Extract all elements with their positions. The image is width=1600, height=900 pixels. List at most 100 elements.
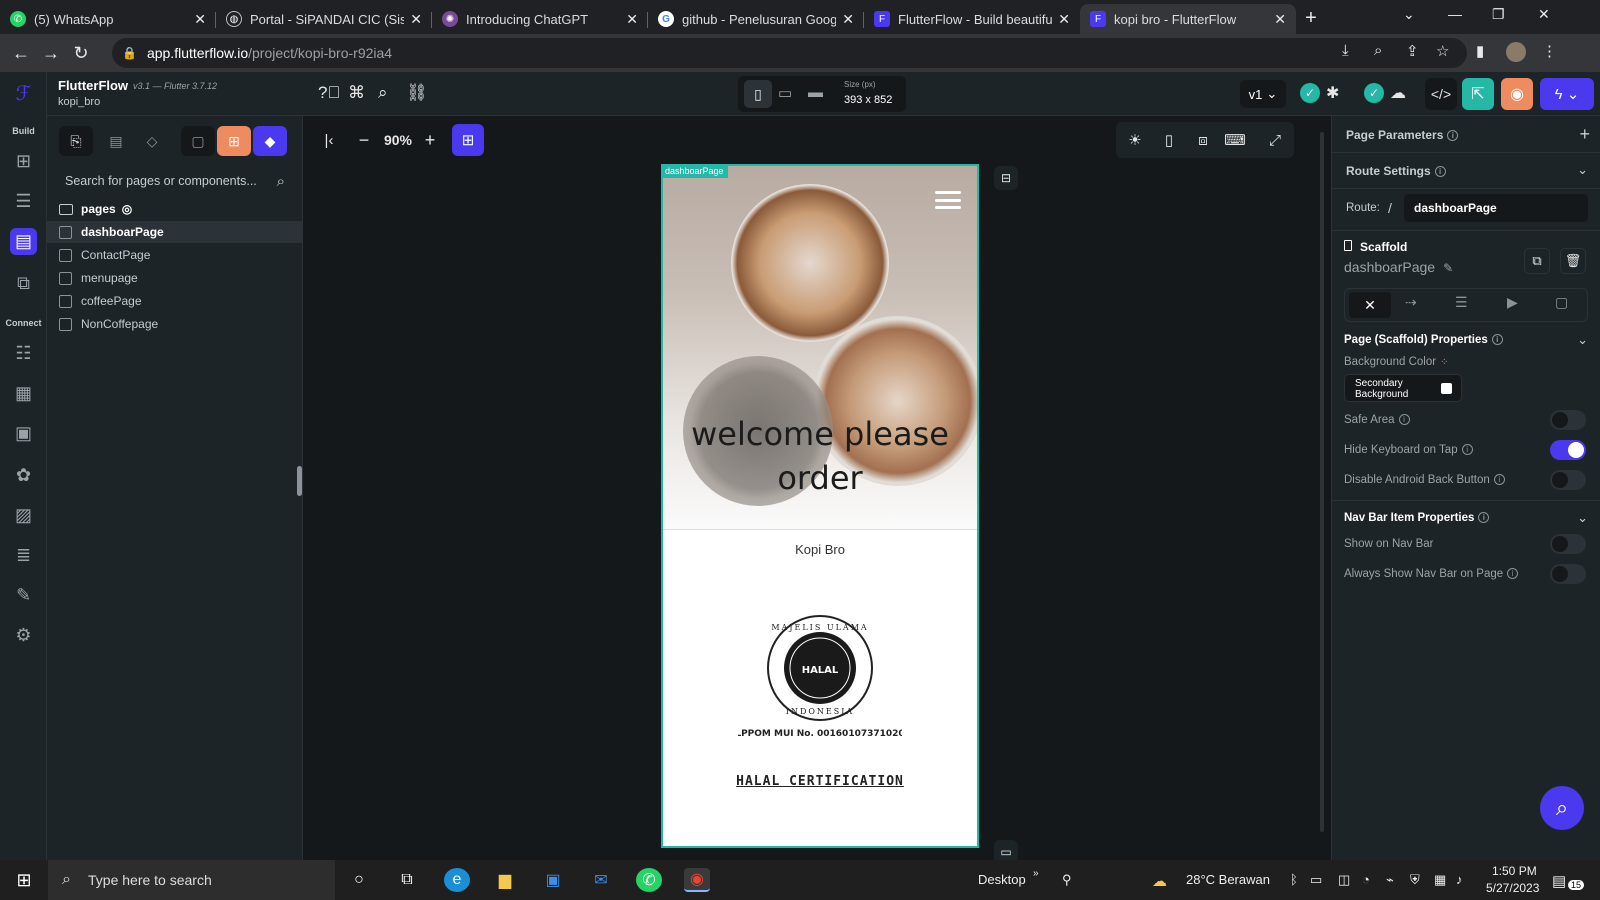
new-folder-icon[interactable]: ▢ bbox=[181, 126, 215, 156]
validated-icon[interactable]: ✓ bbox=[1364, 83, 1384, 103]
scaffold-name[interactable]: dashboarPage ✎ bbox=[1344, 259, 1453, 275]
data-types-icon[interactable]: ▦ bbox=[10, 380, 37, 407]
scrollbar[interactable] bbox=[1320, 132, 1324, 832]
page-item-contactpage[interactable]: ContactPage bbox=[47, 244, 303, 266]
color-picker-icon[interactable]: ⁘ bbox=[1440, 357, 1448, 368]
desktop-icon[interactable]: ▬ bbox=[808, 84, 823, 101]
cortana-icon[interactable]: ○ bbox=[346, 868, 372, 892]
page-item-noncoffepage[interactable]: NonCoffepage bbox=[47, 313, 303, 335]
show-nav-toggle[interactable] bbox=[1550, 534, 1586, 554]
url-input[interactable]: 🔒 app.flutterflow.io/project/kopi-bro-r9… bbox=[112, 38, 1467, 68]
media-assets-icon[interactable]: ▨ bbox=[10, 502, 37, 529]
page-item-menupage[interactable]: menupage bbox=[47, 267, 303, 289]
browser-tab[interactable]: ✺ Introducing ChatGPT ✕ bbox=[432, 4, 648, 34]
command-icon[interactable]: ⌘ bbox=[348, 83, 365, 103]
chevron-down-icon[interactable]: ⌄ bbox=[1577, 162, 1588, 178]
collapse-panel-icon[interactable]: |‹ bbox=[318, 124, 340, 156]
help-search-icon[interactable]: ⌕ bbox=[1540, 786, 1584, 830]
properties-tab-icon[interactable]: ✕ bbox=[1349, 292, 1391, 318]
profile-avatar[interactable] bbox=[1506, 42, 1526, 62]
add-parameter-icon[interactable]: + bbox=[1579, 124, 1590, 145]
language-icon[interactable]: ▦ bbox=[1434, 872, 1446, 888]
api-calls-icon[interactable]: ▣ bbox=[10, 420, 37, 447]
ai-gen-icon[interactable]: ⊞ bbox=[452, 124, 484, 156]
add-page-icon[interactable]: ⊞ bbox=[217, 126, 251, 156]
app-values-icon[interactable]: ≣ bbox=[10, 542, 37, 569]
minimize-icon[interactable]: — bbox=[1448, 6, 1462, 22]
windows-start-icon[interactable]: ⊞ bbox=[11, 868, 37, 892]
hide-keyboard-toggle[interactable] bbox=[1550, 440, 1586, 460]
rotate-device-icon[interactable]: ⧈ bbox=[1190, 124, 1216, 156]
wifi-icon[interactable]: ◔ bbox=[1362, 872, 1370, 887]
route-settings-header[interactable]: Route Settings i bbox=[1346, 164, 1446, 178]
delete-icon[interactable]: 🗑 bbox=[1560, 248, 1586, 274]
browser-tab[interactable]: F FlutterFlow - Build beautiful, r ✕ bbox=[864, 4, 1080, 34]
components-tab-icon[interactable]: ▤ bbox=[99, 126, 133, 156]
safe-area-toggle[interactable] bbox=[1550, 410, 1586, 430]
actions-tab-icon[interactable]: ⇢ bbox=[1405, 294, 1417, 311]
responsive-icon[interactable]: ⤢ bbox=[1262, 124, 1288, 156]
scaffold-properties-header[interactable]: Page (Scaffold) Properties i bbox=[1344, 334, 1503, 346]
page-item-coffeepage[interactable]: coffeePage bbox=[47, 290, 303, 312]
preview-eye-icon[interactable]: ◉ bbox=[1501, 78, 1533, 110]
open-external-icon[interactable]: ⇱ bbox=[1462, 78, 1494, 110]
close-tab-icon[interactable]: ✕ bbox=[1274, 11, 1286, 28]
store-icon[interactable]: ▣ bbox=[540, 868, 566, 892]
animations-tab-icon[interactable]: ▶ bbox=[1507, 294, 1518, 311]
page-selector-icon[interactable]: ▤ bbox=[10, 228, 37, 255]
desktop-toolbar[interactable]: Desktop bbox=[978, 872, 1026, 887]
pages-tab-icon[interactable]: ⎘ bbox=[59, 126, 93, 156]
zoom-in-button[interactable]: + bbox=[420, 124, 440, 156]
firestore-icon[interactable]: ☷ bbox=[10, 340, 37, 367]
settings-gear-icon[interactable]: ⚙ bbox=[10, 622, 37, 649]
phone-icon[interactable]: ▯ bbox=[744, 80, 772, 108]
flutterflow-logo-icon[interactable]: ℱ bbox=[10, 80, 37, 107]
flutterflow-gems-icon[interactable]: ◇ bbox=[135, 126, 169, 156]
custom-code-icon[interactable]: ✿ bbox=[10, 462, 37, 489]
taskbar-search-input[interactable]: ⌕ Type here to search bbox=[48, 860, 335, 900]
bg-color-select[interactable]: Secondary Background bbox=[1344, 374, 1462, 402]
maximize-icon[interactable]: ❐ bbox=[1492, 6, 1505, 23]
bug-icon[interactable]: ✱ bbox=[1326, 83, 1339, 103]
nav-bar-properties-header[interactable]: Nav Bar Item Properties i bbox=[1344, 512, 1490, 524]
tablet-icon[interactable]: ▭ bbox=[778, 84, 792, 102]
check-status-icon[interactable]: ✓ bbox=[1300, 83, 1320, 103]
close-tab-icon[interactable]: ✕ bbox=[194, 11, 206, 28]
close-window-icon[interactable]: ✕ bbox=[1538, 6, 1550, 23]
browser-tab[interactable]: Ggithub - Penelusuran Google ✕ bbox=[648, 4, 864, 34]
help-icon[interactable]: ?⃝ bbox=[318, 83, 340, 103]
comments-icon[interactable]: ☁ bbox=[1390, 83, 1406, 103]
weather-text[interactable]: 28°C Berawan bbox=[1186, 872, 1270, 887]
file-explorer-icon[interactable]: ▆ bbox=[492, 868, 518, 892]
add-widget-icon[interactable]: ⊞ bbox=[10, 148, 37, 175]
security-icon[interactable]: ⛨ bbox=[1410, 872, 1420, 888]
hero-image[interactable]: welcome please order bbox=[663, 166, 977, 529]
clock-time[interactable]: 1:50 PM bbox=[1492, 864, 1537, 878]
widget-tree-icon[interactable]: ☰ bbox=[10, 188, 37, 215]
back-icon[interactable]: ← bbox=[6, 43, 36, 64]
pages-folder[interactable]: pages ◎ bbox=[47, 198, 303, 220]
page-parameters-header[interactable]: Page Parameters i bbox=[1346, 128, 1459, 142]
browser-tab-active[interactable]: Fkopi bro - FlutterFlow ✕ bbox=[1080, 4, 1296, 34]
network-icon[interactable]: ⌁ bbox=[1386, 872, 1394, 888]
close-tab-icon[interactable]: ✕ bbox=[842, 11, 854, 28]
page-search-input[interactable]: Search for pages or components... ⌕ bbox=[53, 166, 293, 196]
component-state-tab-icon[interactable]: ▢ bbox=[1555, 294, 1568, 311]
zoom-out-button[interactable]: − bbox=[354, 124, 374, 156]
storyboard-icon[interactable]: ⧉ bbox=[10, 270, 37, 297]
keyboard-icon[interactable]: ⌨ bbox=[1222, 124, 1248, 156]
panel-resize-handle[interactable] bbox=[297, 466, 302, 496]
people-icon[interactable]: ⚲ bbox=[1062, 872, 1072, 888]
route-input[interactable]: dashboarPage bbox=[1404, 194, 1588, 222]
duplicate-icon[interactable]: ⧉ bbox=[1524, 248, 1550, 274]
close-tab-icon[interactable]: ✕ bbox=[1058, 11, 1070, 28]
disable-back-toggle[interactable] bbox=[1550, 470, 1586, 490]
new-tab-button[interactable]: + bbox=[1296, 7, 1326, 30]
share-icon[interactable]: ⇪ bbox=[1406, 42, 1419, 60]
notifications-icon[interactable]: ▤ bbox=[1552, 872, 1566, 890]
bluetooth-icon[interactable]: ᛒ bbox=[1290, 872, 1298, 887]
chevron-down-icon[interactable]: ⌄ bbox=[1577, 332, 1588, 348]
reload-icon[interactable]: ↻ bbox=[66, 43, 96, 64]
toolbar-expand-icon[interactable]: » bbox=[1033, 868, 1039, 879]
page-item-dashboarpage[interactable]: dashboarPage bbox=[47, 221, 303, 243]
